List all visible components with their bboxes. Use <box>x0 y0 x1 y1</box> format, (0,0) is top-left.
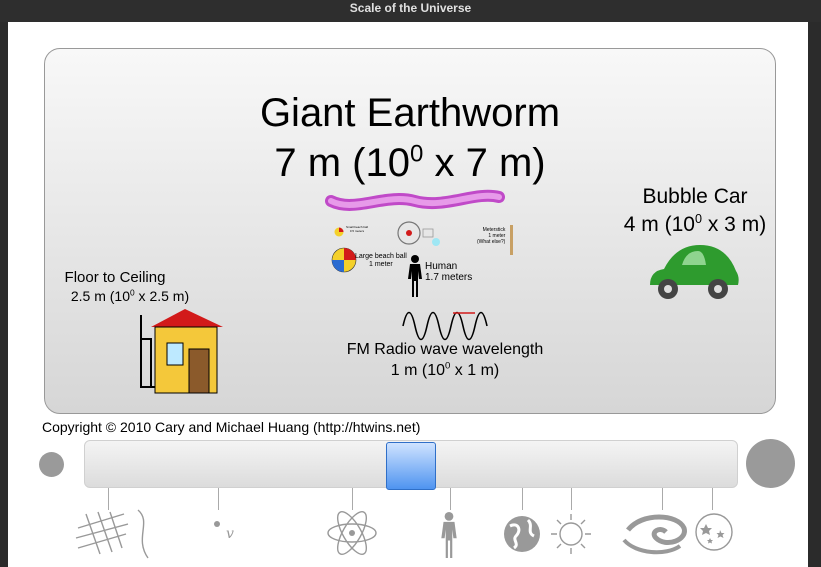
bubble-car-icon[interactable] <box>646 241 742 303</box>
sphere-icon <box>432 238 440 246</box>
planck-foam-icon[interactable] <box>72 508 162 560</box>
scale-slider-thumb[interactable] <box>386 442 436 490</box>
copyright-text: Copyright © 2010 Cary and Michael Huang … <box>42 419 421 435</box>
zoom-in-button[interactable] <box>39 452 64 477</box>
meterstick-icon[interactable] <box>509 225 515 255</box>
main-item-size: 7 m (100 x 7 m) <box>274 140 546 185</box>
galaxy-icon[interactable] <box>622 510 692 556</box>
scale-slider-track[interactable] <box>84 440 738 490</box>
radio-wave-icon[interactable] <box>401 311 493 341</box>
app-area: Giant Earthworm 7 m (100 x 7 m) Bubble C… <box>8 22 808 567</box>
neutrino-icon[interactable]: v <box>212 514 242 544</box>
floor-to-ceiling-name: Floor to Ceiling <box>64 269 166 286</box>
sun-icon[interactable] <box>549 512 593 556</box>
beach-ball-icon[interactable] <box>331 247 357 273</box>
small-beach-ball-label: Small beach ball 0.5 meters <box>346 225 369 233</box>
floor-to-ceiling-size: 2.5 m (100 x 2.5 m) <box>70 287 190 304</box>
scale-icon-bar: v <box>8 500 808 567</box>
fm-radio-name: FM Radio wave wavelength <box>346 341 544 358</box>
beach-ball-label: Large beach ball 1 meter <box>355 253 407 268</box>
house-icon[interactable] <box>133 309 225 397</box>
bubble-car-size: 4 m (100 x 3 m) <box>623 212 767 236</box>
svg-text:v: v <box>226 526 234 542</box>
earthworm-icon[interactable] <box>325 187 505 217</box>
small-beach-ball-icon[interactable] <box>334 227 344 237</box>
human-scale-icon[interactable] <box>440 512 458 558</box>
universe-icon[interactable] <box>694 512 734 552</box>
earth-icon[interactable] <box>502 514 542 554</box>
zoom-out-button[interactable] <box>746 439 795 488</box>
human-icon[interactable] <box>407 255 423 297</box>
human-label: Human 1.7 meters <box>425 261 473 283</box>
window-title: Scale of the Universe <box>0 0 821 22</box>
main-item-name: Giant Earthworm <box>259 91 561 135</box>
atom-icon[interactable] <box>326 510 378 556</box>
scale-viewer[interactable]: Giant Earthworm 7 m (100 x 7 m) Bubble C… <box>44 48 776 414</box>
bubble-car-name: Bubble Car <box>642 185 748 208</box>
meterstick-label: Meterstick 1 meter (What else?) <box>477 227 506 245</box>
fm-radio-size: 1 m (100 x 1 m) <box>390 360 500 379</box>
